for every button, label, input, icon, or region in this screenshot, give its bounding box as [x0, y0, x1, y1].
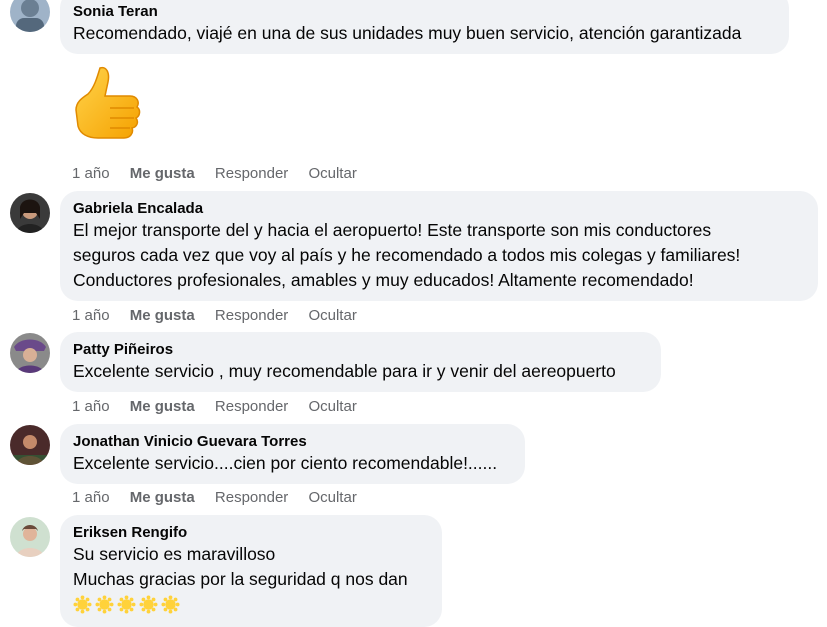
comment-actions: 1 año Me gusta Responder Ocultar: [72, 165, 373, 183]
comment-text-line: seguros cada vez que voy al país y he re…: [73, 245, 741, 265]
comment-text-line: Su servicio es maravilloso: [73, 544, 276, 564]
comment-bubble: Eriksen Rengifo Su servicio es maravillo…: [60, 515, 442, 627]
comment-author[interactable]: Sonia Teran: [73, 2, 776, 21]
avatar[interactable]: [10, 517, 50, 557]
comment-author[interactable]: Eriksen Rengifo: [73, 523, 429, 542]
comment-text: Excelente servicio....cien por ciento re…: [73, 453, 498, 473]
comment-bubble: Sonia Teran Recomendado, viajé en una de…: [60, 0, 789, 54]
sun-icon: [139, 595, 158, 614]
comment-text: Recomendado, viajé en una de sus unidade…: [73, 23, 742, 43]
comment-bubble: Patty Piñeiros Excelente servicio , muy …: [60, 332, 661, 392]
comment-timestamp[interactable]: 1 año: [72, 165, 110, 183]
hide-button[interactable]: Ocultar: [308, 307, 356, 325]
reply-button[interactable]: Responder: [215, 398, 288, 416]
comment-text-line: El mejor transporte del y hacia el aerop…: [73, 220, 712, 240]
comment-actions: 1 año Me gusta Responder Ocultar: [72, 307, 373, 325]
hide-button[interactable]: Ocultar: [308, 165, 356, 183]
like-button[interactable]: Me gusta: [130, 307, 195, 325]
comment-text-line: Conductores profesionales, amables y muy…: [73, 270, 694, 290]
emoji-row: [73, 595, 429, 614]
comment-timestamp[interactable]: 1 año: [72, 307, 110, 325]
hide-button[interactable]: Ocultar: [308, 489, 356, 507]
sun-icon: [161, 595, 180, 614]
comment-author[interactable]: Jonathan Vinicio Guevara Torres: [73, 432, 512, 451]
sun-icon: [95, 595, 114, 614]
comment-author[interactable]: Gabriela Encalada: [73, 199, 805, 218]
avatar[interactable]: [10, 333, 50, 373]
avatar[interactable]: [10, 0, 50, 32]
avatar[interactable]: [10, 425, 50, 465]
like-button[interactable]: Me gusta: [130, 489, 195, 507]
reply-button[interactable]: Responder: [215, 165, 288, 183]
comment-text-line: Muchas gracias por la seguridad q nos da…: [73, 569, 408, 589]
comment-actions: 1 año Me gusta Responder Ocultar: [72, 489, 373, 507]
comments-panel: Sonia Teran Recomendado, viajé en una de…: [0, 0, 827, 627]
comment-bubble: Gabriela Encalada El mejor transporte de…: [60, 191, 818, 301]
reply-button[interactable]: Responder: [215, 307, 288, 325]
comment-text: Excelente servicio , muy recomendable pa…: [73, 361, 616, 381]
comment-timestamp[interactable]: 1 año: [72, 398, 110, 416]
sun-icon: [117, 595, 136, 614]
comment-actions: 1 año Me gusta Responder Ocultar: [72, 398, 373, 416]
comment-bubble: Jonathan Vinicio Guevara Torres Excelent…: [60, 424, 525, 484]
comment-author[interactable]: Patty Piñeiros: [73, 340, 648, 359]
comment-timestamp[interactable]: 1 año: [72, 489, 110, 507]
sun-icon: [73, 595, 92, 614]
avatar[interactable]: [10, 193, 50, 233]
hide-button[interactable]: Ocultar: [308, 398, 356, 416]
like-button[interactable]: Me gusta: [130, 398, 195, 416]
thumbs-up-icon: [70, 64, 146, 150]
reply-button[interactable]: Responder: [215, 489, 288, 507]
like-button[interactable]: Me gusta: [130, 165, 195, 183]
